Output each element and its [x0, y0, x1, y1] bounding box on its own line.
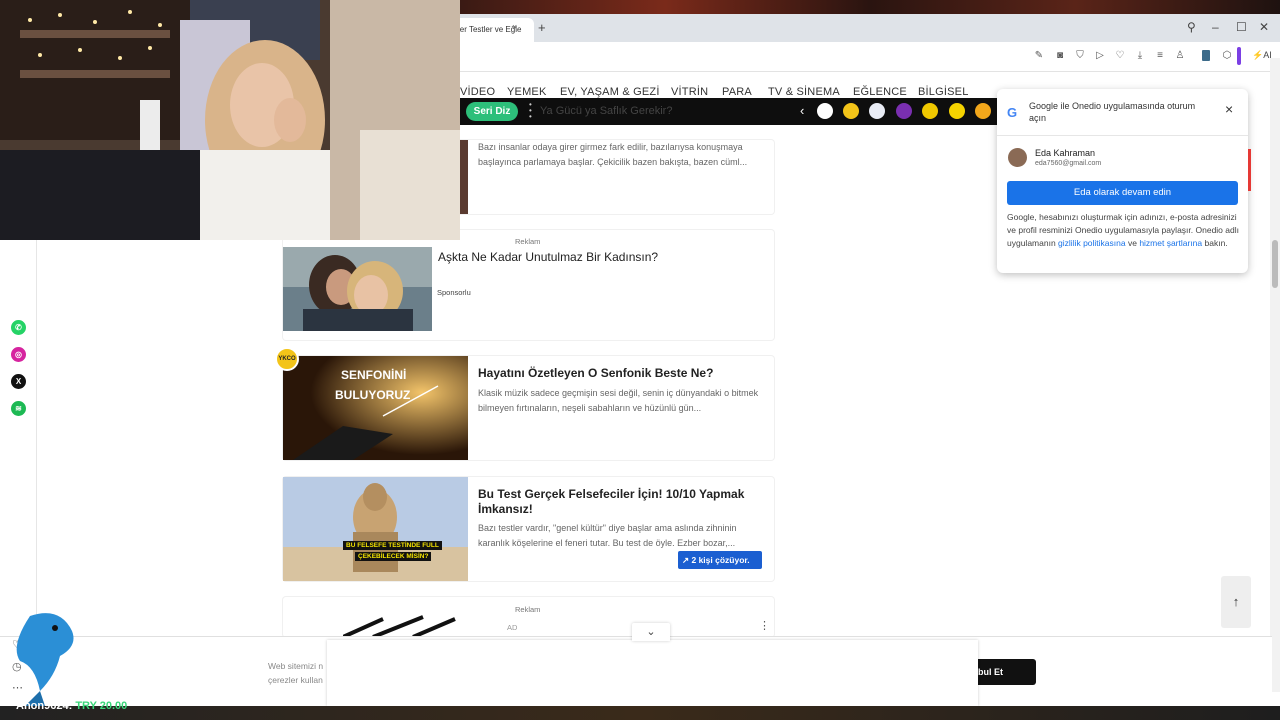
- donation-alert: Anon9624: TRY 20.00: [16, 700, 128, 712]
- terms-link[interactable]: hizmet şartlarına: [1139, 238, 1202, 248]
- card-title[interactable]: Hayatını Özetleyen O Senfonik Beste Ne?: [478, 366, 768, 381]
- nav-item-bilgisel[interactable]: BİLGİSEL: [918, 86, 969, 98]
- ad-card[interactable]: Reklam AD ⋮: [283, 597, 774, 637]
- user-email: eda7560@gmail.com: [1035, 160, 1102, 167]
- nav-item-video[interactable]: VİDEO: [460, 86, 495, 98]
- card-thumbnail: SENFONİNİ BULUYORUZ: [283, 356, 468, 460]
- popup-title: Google ile Onedio uygulamasında oturum a…: [1029, 101, 1196, 123]
- card-title[interactable]: Bu Test Gerçek Felsefeciler İçin! 10/10 …: [478, 487, 768, 517]
- nav-item-eglence[interactable]: EĞLENCE: [853, 86, 907, 98]
- search-tabs-icon[interactable]: ⚲: [1187, 20, 1196, 34]
- close-window-icon[interactable]: ✕: [1259, 20, 1269, 34]
- cookie-text: Web sitemizi n çerezler kullan: [268, 661, 324, 685]
- story-circle[interactable]: [949, 103, 965, 119]
- story-circle[interactable]: [869, 103, 885, 119]
- scroll-to-top-button[interactable]: ↑: [1221, 576, 1251, 628]
- card-description: Klasik müzik sadece geçmişin sesi değil,…: [478, 388, 759, 413]
- user-name: Eda Kahraman: [1035, 148, 1096, 158]
- thumb-caption: BULUYORUZ: [335, 388, 411, 402]
- sponsored-label: Sponsorlu: [437, 288, 471, 297]
- drag-handle-icon[interactable]: • • •: [529, 101, 535, 122]
- menu-list-icon[interactable]: ≡: [1154, 50, 1166, 61]
- stories-bar: Seri Diz • • • Ya Gücü ya Saflık Gerekir? …: [460, 98, 1000, 125]
- extension-cube-icon[interactable]: ⬡: [1221, 50, 1233, 61]
- google-logo-icon: G: [1007, 105, 1018, 120]
- story-circle[interactable]: [922, 103, 938, 119]
- dolphin-mascot: [16, 613, 74, 706]
- ad-thumbnail: [283, 247, 432, 331]
- google-signin-popup: G Google ile Onedio uygulamasında oturum…: [997, 89, 1248, 273]
- thumb-caption: ÇEKEBİLECEK MİSİN?: [355, 552, 432, 561]
- scrollbar[interactable]: [1270, 58, 1280, 692]
- nav-item-ev-yasam-gezi[interactable]: EV, YAŞAM & GEZİ: [560, 86, 660, 98]
- solving-badge: ↗ 2 kişi çözüyor.: [678, 551, 762, 569]
- accept-cookies-button[interactable]: bul Et: [968, 659, 1036, 685]
- consent-text: Google, hesabınızı oluşturmak için adını…: [1007, 212, 1239, 248]
- thumb-caption: BU FELSEFE TESTİNDE FULL: [343, 541, 442, 550]
- ad-label: Reklam: [515, 605, 541, 614]
- story-circle[interactable]: [817, 103, 833, 119]
- bottom-ad-slot: [327, 640, 978, 706]
- list-item[interactable]: SENFONİNİ BULUYORUZ Hayatını Özetleyen O…: [283, 356, 774, 460]
- camera-icon[interactable]: ◙: [1054, 50, 1066, 61]
- ad-title[interactable]: Aşkta Ne Kadar Unutulmaz Bir Kadınsın?: [438, 250, 728, 265]
- edit-icon[interactable]: ✎: [1033, 50, 1045, 61]
- x-icon[interactable]: X: [11, 374, 26, 389]
- card-thumbnail: BU FELSEFE TESTİNDE FULL ÇEKEBİLECEK MİS…: [283, 477, 468, 581]
- nav-item-yemek[interactable]: YEMEK: [507, 86, 547, 98]
- instagram-icon[interactable]: ◎: [11, 347, 26, 362]
- divider: [997, 135, 1248, 136]
- bookmark-icon[interactable]: [1202, 50, 1210, 61]
- maximize-icon[interactable]: ☐: [1236, 20, 1247, 34]
- story-title-ghost: Ya Gücü ya Saflık Gerekir?: [540, 105, 673, 117]
- close-icon[interactable]: ×: [1225, 101, 1233, 117]
- card-description: Bazı testler vardır, "genel kültür" diye…: [478, 523, 737, 548]
- continue-as-button[interactable]: Eda olarak devam edin: [1007, 181, 1238, 205]
- minimize-icon[interactable]: –: [1212, 20, 1219, 34]
- ai-button[interactable]: ⚡AI: [1252, 50, 1272, 61]
- scrollbar-thumb[interactable]: [1272, 240, 1278, 288]
- shield-icon[interactable]: ⛉: [1074, 50, 1086, 61]
- stream-capture: ler Testler ve Eğle × + ⚲ – ☐ ✕ ✎ ◙ ⛉ ▷ …: [0, 0, 1280, 720]
- story-circle[interactable]: [896, 103, 912, 119]
- card-description: Bazı insanlar odaya girer girmez fark ed…: [478, 142, 748, 167]
- ad-thumbnail: [343, 615, 456, 637]
- new-tab-button[interactable]: +: [538, 20, 546, 35]
- ad-label: Reklam: [515, 237, 541, 246]
- play-icon[interactable]: ▷: [1094, 50, 1106, 61]
- story-circle[interactable]: [975, 103, 991, 119]
- chevron-left-icon[interactable]: ‹: [800, 103, 804, 118]
- tab-close-icon[interactable]: ×: [512, 22, 517, 32]
- ykco-badge: YKCO: [275, 347, 299, 371]
- red-accent-edge: [1248, 149, 1251, 191]
- ad-collapse-toggle[interactable]: ⌄: [632, 623, 670, 641]
- profile-icon[interactable]: ♙: [1174, 50, 1186, 61]
- list-item[interactable]: BU FELSEFE TESTİNDE FULL ÇEKEBİLECEK MİS…: [283, 477, 774, 581]
- privacy-link[interactable]: gizlilik politikasına: [1058, 238, 1126, 248]
- ad-tag: AD: [507, 623, 518, 632]
- more-options-icon[interactable]: ⋮: [759, 619, 770, 632]
- avatar: [1008, 148, 1027, 167]
- ad-card[interactable]: Reklam Aşkta Ne Kadar Unutulmaz Bir Kadı…: [283, 230, 774, 340]
- nav-item-para[interactable]: PARA: [722, 86, 752, 98]
- heart-icon[interactable]: ♡: [1114, 50, 1126, 61]
- sidebar-accent: [1237, 47, 1241, 65]
- left-rail-divider: [36, 240, 37, 640]
- spotify-icon[interactable]: ≋: [11, 401, 26, 416]
- nav-item-tv-sinema[interactable]: TV & SİNEMA: [768, 86, 840, 98]
- thumb-caption: SENFONİNİ: [341, 368, 407, 382]
- stream-background-top: [460, 0, 1280, 14]
- webcam-overlay: [0, 0, 460, 240]
- nav-item-vitrin[interactable]: VİTRİN: [671, 86, 708, 98]
- stream-background-bottom: [0, 706, 1280, 720]
- seri-diz-button[interactable]: Seri Diz: [466, 102, 518, 121]
- download-icon[interactable]: ⤓: [1134, 50, 1146, 61]
- whatsapp-icon[interactable]: ✆: [11, 320, 26, 335]
- story-circle[interactable]: [843, 103, 859, 119]
